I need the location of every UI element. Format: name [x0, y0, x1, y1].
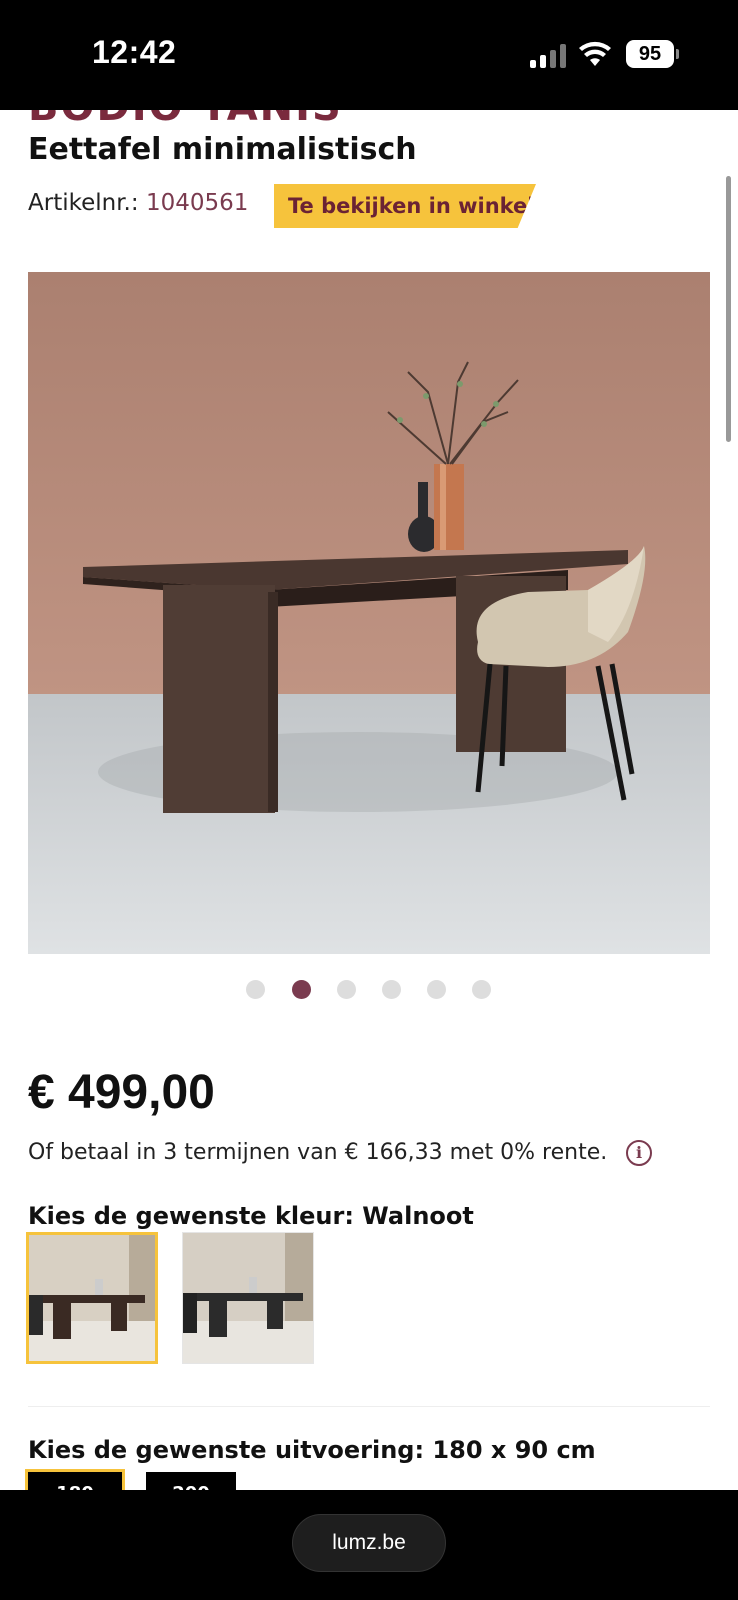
- carousel-dot-3[interactable]: [337, 980, 356, 999]
- carousel-dot-1[interactable]: [246, 980, 265, 999]
- article-number: 1040561: [145, 190, 249, 216]
- product-image[interactable]: [28, 272, 710, 954]
- status-time: 12:42: [92, 34, 177, 70]
- browser-bottom-bar: lumz.be: [0, 1490, 738, 1600]
- carousel-dot-6[interactable]: [472, 980, 491, 999]
- installments-text: Of betaal in 3 termijnen van € 166,33 me…: [28, 1140, 608, 1165]
- carousel-dot-4[interactable]: [382, 980, 401, 999]
- status-bar: 12:42 95: [0, 0, 738, 110]
- scrollbar[interactable]: [726, 176, 731, 442]
- article-label: Artikelnr.:: [28, 190, 139, 216]
- battery-tip: [676, 49, 679, 59]
- color-swatch-walnoot[interactable]: [26, 1232, 158, 1364]
- store-availability-badge: Te bekijken in winkel: [274, 184, 536, 228]
- brand-logo-partial: BODIO TANIS: [28, 110, 343, 130]
- carousel-indicator: [0, 980, 738, 1000]
- size-option-180[interactable]: 180: [25, 1469, 125, 1490]
- signal-icon: [530, 44, 566, 68]
- color-swatch-option-2[interactable]: [182, 1232, 314, 1364]
- color-label: Kies de gewenste kleur: Walnoot: [28, 1202, 474, 1230]
- product-page: BODIO TANIS Eettafel minimalistisch Arti…: [0, 110, 738, 1490]
- carousel-dot-5[interactable]: [427, 980, 446, 999]
- section-divider: [28, 1406, 710, 1407]
- battery-icon: 95: [626, 40, 674, 68]
- carousel-dot-2-active[interactable]: [292, 980, 311, 999]
- wifi-icon: [578, 40, 612, 72]
- size-label: Kies de gewenste uitvoering: 180 x 90 cm: [28, 1436, 596, 1464]
- article-number-row: Artikelnr.: 1040561: [28, 190, 248, 216]
- product-title: Eettafel minimalistisch: [28, 132, 417, 167]
- info-icon[interactable]: i: [626, 1140, 652, 1166]
- product-price: € 499,00: [28, 1066, 215, 1119]
- size-option-200[interactable]: 200: [146, 1472, 236, 1490]
- url-bar[interactable]: lumz.be: [292, 1514, 446, 1572]
